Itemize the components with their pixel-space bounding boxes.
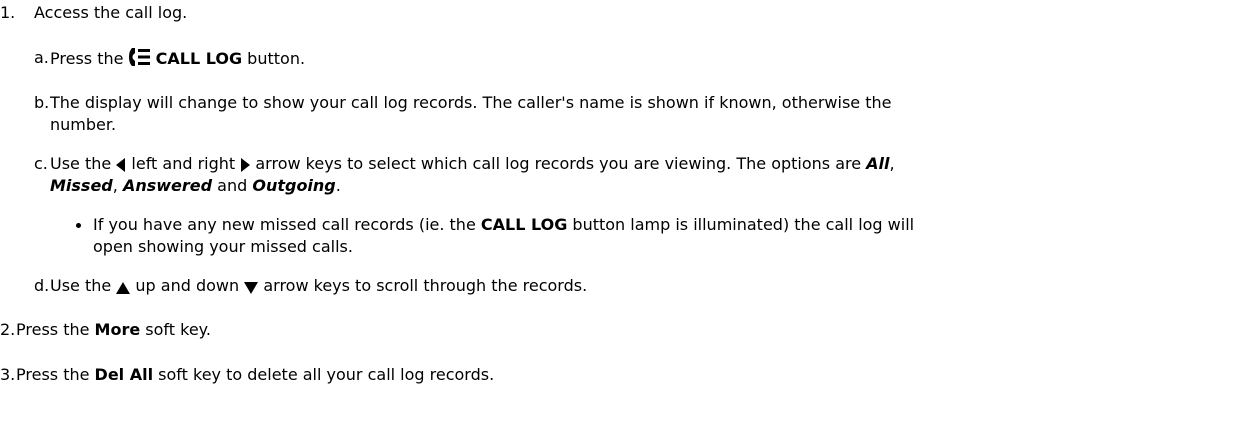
substep-text: Press the CALL LOG button.: [50, 47, 305, 70]
step-text: Press the More soft key.: [16, 319, 211, 341]
text-line: open showing your missed calls.: [93, 237, 353, 256]
option-missed: Missed: [50, 176, 113, 195]
step-text: Access the call log.: [34, 3, 188, 22]
step-number: 1.: [0, 3, 16, 22]
text-segment: arrow keys to scroll through the records…: [258, 276, 588, 295]
down-arrow-icon: [244, 282, 259, 294]
text-segment: ,: [889, 154, 895, 173]
step-1: 1. Access the call log.: [0, 2, 187, 24]
text-segment: If you have any new missed call records …: [93, 215, 481, 234]
substep-text: The display will change to show your cal…: [50, 92, 891, 136]
text-segment: ,: [112, 176, 123, 195]
text-segment: Press the: [16, 320, 95, 339]
bullet-text: If you have any new missed call records …: [93, 214, 914, 258]
substep-d: d. Use the up and down arrow keys to scr…: [34, 275, 587, 297]
text-segment: Press the: [50, 49, 129, 68]
step-number: 3.: [0, 365, 16, 384]
text-segment: button.: [242, 49, 306, 68]
more-softkey-label: More: [94, 320, 141, 339]
left-arrow-icon: [116, 158, 126, 172]
step-3: 3. Press the Del All soft key to delete …: [0, 364, 494, 386]
call-log-icon: [128, 48, 150, 66]
text-line: The display will change to show your cal…: [50, 93, 892, 112]
call-log-label: CALL LOG: [155, 49, 243, 68]
text-segment: and: [212, 176, 253, 195]
substep-letter: c.: [34, 154, 48, 173]
document: 1. Access the call log. a. Press the CAL…: [0, 0, 1250, 425]
substep-letter: b.: [34, 93, 50, 112]
substep-a: a. Press the CALL LOG button.: [34, 47, 305, 70]
substep-text: Use the up and down arrow keys to scroll…: [50, 275, 587, 297]
step-text: Press the Del All soft key to delete all…: [16, 364, 494, 386]
option-all: All: [866, 154, 890, 173]
step-number: 2.: [0, 320, 16, 339]
text-segment: arrow keys to select which call log reco…: [250, 154, 867, 173]
step-2: 2. Press the More soft key.: [0, 319, 211, 341]
call-log-label: CALL LOG: [480, 215, 568, 234]
text-segment: Use the: [50, 276, 117, 295]
text-segment: soft key to delete all your call log rec…: [153, 365, 495, 384]
text-segment: soft key.: [140, 320, 211, 339]
text-segment: Use the: [50, 154, 117, 173]
substep-text: Use the left and right arrow keys to sel…: [50, 153, 895, 197]
option-outgoing: Outgoing: [252, 176, 336, 195]
substep-letter: a.: [34, 48, 49, 67]
bullet-note: If you have any new missed call records …: [76, 214, 914, 258]
substep-letter: d.: [34, 276, 50, 295]
text-segment: left and right: [126, 154, 241, 173]
option-answered: Answered: [122, 176, 213, 195]
substep-c: c. Use the left and right arrow keys to …: [34, 153, 895, 197]
text-segment: button lamp is illuminated) the call log…: [567, 215, 915, 234]
right-arrow-icon: [241, 158, 251, 172]
text-segment: up and down: [130, 276, 245, 295]
del-all-softkey-label: Del All: [94, 365, 154, 384]
up-arrow-icon: [116, 282, 131, 294]
bullet-dot: [76, 223, 81, 228]
text-segment: Press the: [16, 365, 95, 384]
text-line: number.: [50, 115, 117, 134]
substep-b: b. The display will change to show your …: [34, 92, 891, 136]
text-segment: .: [335, 176, 341, 195]
